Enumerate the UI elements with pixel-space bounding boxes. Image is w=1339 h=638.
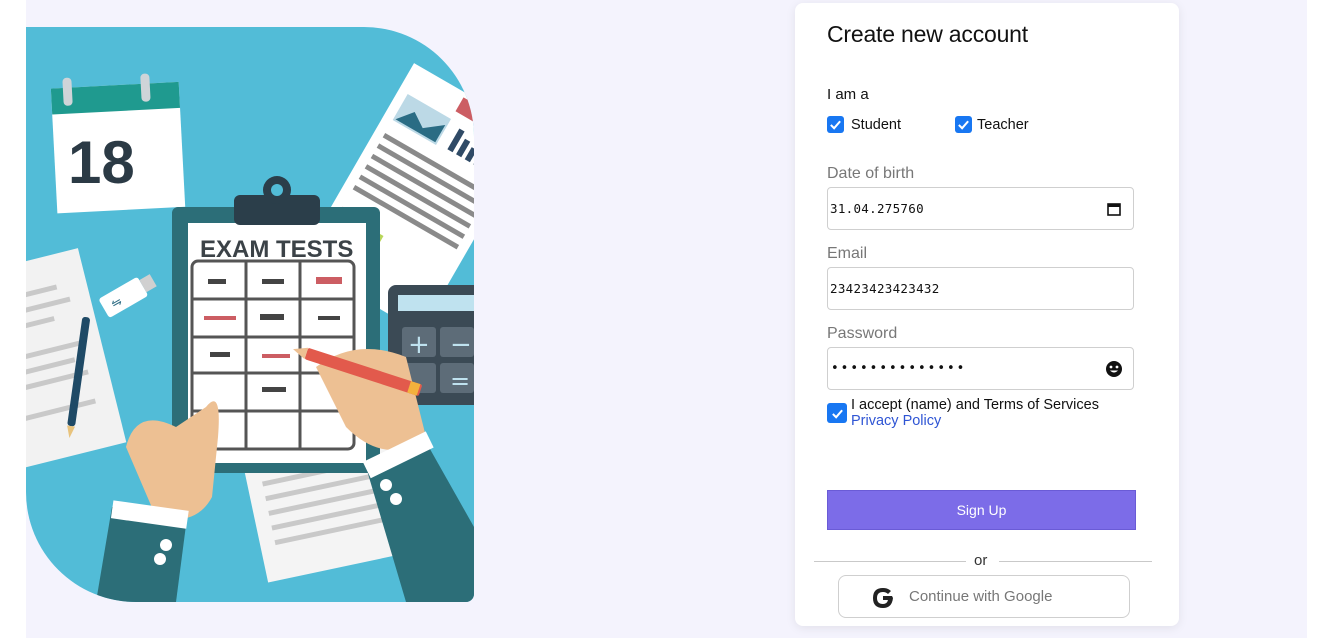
smiley-face-icon[interactable]	[1105, 360, 1123, 378]
google-signin-button[interactable]: Continue with Google	[838, 575, 1130, 618]
or-divider: or	[814, 552, 1152, 569]
divider-line	[999, 561, 1152, 562]
dob-value: 31.04.275760	[830, 201, 924, 216]
email-label: Email	[827, 245, 868, 262]
terms-checkbox[interactable]	[827, 403, 847, 423]
google-button-label: Continue with Google	[909, 588, 1053, 605]
student-label[interactable]: Student	[851, 117, 901, 133]
password-label: Password	[827, 325, 898, 342]
google-icon	[873, 588, 893, 608]
teacher-label[interactable]: Teacher	[977, 117, 1029, 133]
divider-line	[814, 561, 966, 562]
sign-up-button[interactable]: Sign Up	[827, 490, 1136, 530]
svg-text:−: −	[450, 330, 472, 360]
svg-text:+: +	[408, 330, 430, 360]
checkmark-icon	[830, 120, 841, 130]
hero-illustration: ⇋ + − = 18 EXAM TESTS	[26, 27, 474, 602]
role-label: I am a	[827, 86, 869, 103]
signup-card: Create new account I am a Student Teache…	[795, 3, 1179, 626]
checkmark-icon	[958, 120, 969, 130]
privacy-policy-link[interactable]: Privacy Policy	[851, 413, 1099, 429]
calendar-icon[interactable]	[1105, 200, 1123, 218]
password-value: ••••••••••••••	[831, 361, 967, 376]
terms-label: I accept (name) and Terms of Services	[851, 397, 1099, 413]
svg-text:=: =	[450, 367, 470, 395]
checkmark-icon	[831, 409, 843, 419]
usb-stick: ⇋	[99, 274, 157, 318]
or-text: or	[974, 552, 988, 569]
password-field[interactable]: ••••••••••••••	[827, 347, 1134, 390]
form-title: Create new account	[827, 21, 1028, 47]
email-field[interactable]: 23423423423432	[827, 267, 1134, 310]
email-value: 23423423423432	[830, 281, 940, 296]
exam-illustration: ⇋ + − = 18 EXAM TESTS	[26, 63, 474, 602]
dob-field[interactable]: 31.04.275760	[827, 187, 1134, 230]
dob-label: Date of birth	[827, 165, 915, 182]
terms-text: I accept (name) and Terms of Services Pr…	[851, 397, 1099, 429]
calendar-day: 18	[68, 129, 135, 196]
student-checkbox[interactable]	[827, 116, 844, 133]
clipboard-title: EXAM TESTS	[200, 236, 353, 263]
teacher-checkbox[interactable]	[955, 116, 972, 133]
left-paper	[26, 248, 127, 469]
